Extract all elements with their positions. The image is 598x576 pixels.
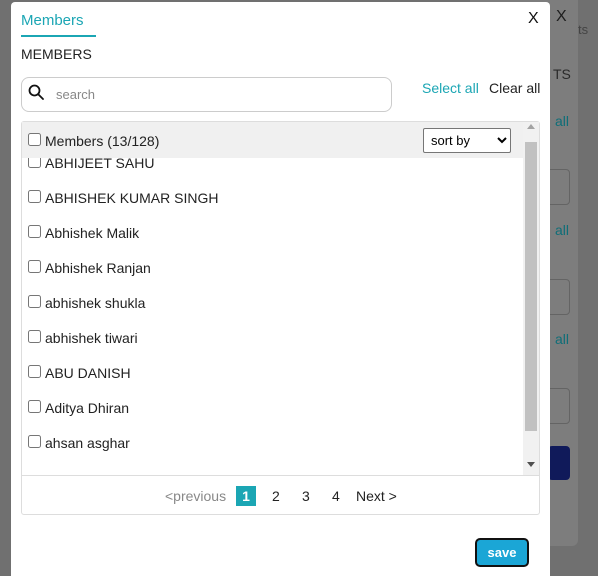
list-item[interactable]: Abhishek Ranjan bbox=[22, 255, 523, 290]
member-name: Aditya Dhiran bbox=[45, 400, 130, 416]
list-item[interactable]: Aditya Dhiran bbox=[22, 395, 523, 430]
background-button bbox=[548, 446, 570, 480]
select-all-checkbox[interactable] bbox=[28, 133, 41, 146]
background-link-fragment: all bbox=[555, 331, 570, 347]
member-name: ahsan asghar bbox=[45, 435, 130, 451]
list-item[interactable]: Abhishek Malik bbox=[22, 220, 523, 255]
background-text-fragment: ts bbox=[578, 22, 589, 37]
list-item[interactable]: abhishek shukla bbox=[22, 290, 523, 325]
scroll-down-icon[interactable] bbox=[527, 462, 535, 467]
member-name: ABU DANISH bbox=[45, 365, 131, 381]
member-checkbox[interactable] bbox=[28, 435, 41, 448]
section-title: MEMBERS bbox=[21, 46, 92, 62]
member-checkbox[interactable] bbox=[28, 260, 41, 273]
members-list: Members (13/128) sort by ABHIJEET SAHU A… bbox=[21, 121, 540, 515]
member-name: ABHISHEK KUMAR SINGH bbox=[45, 190, 219, 206]
clear-all-link[interactable]: Clear all bbox=[489, 80, 540, 96]
page-4-link[interactable]: 4 bbox=[332, 488, 340, 504]
next-page-link[interactable]: Next > bbox=[356, 488, 397, 504]
member-name: Abhishek Malik bbox=[45, 225, 140, 241]
list-item[interactable]: ABHISHEK KUMAR SINGH bbox=[22, 185, 523, 220]
member-name: abhishek shukla bbox=[45, 295, 146, 311]
member-name: Abhishek Ranjan bbox=[45, 260, 151, 276]
member-checkbox[interactable] bbox=[28, 365, 41, 378]
background-link-fragment: all bbox=[555, 113, 570, 129]
member-checkbox[interactable] bbox=[28, 295, 41, 308]
member-items: ABHIJEET SAHU ABHISHEK KUMAR SINGH Abhis… bbox=[22, 158, 523, 474]
search-box bbox=[21, 77, 392, 112]
member-checkbox[interactable] bbox=[28, 400, 41, 413]
member-checkbox[interactable] bbox=[28, 190, 41, 203]
search-icon bbox=[28, 84, 44, 105]
page-2-link[interactable]: 2 bbox=[272, 488, 280, 504]
member-name: abhishek tiwari bbox=[45, 330, 138, 346]
list-scrollbar[interactable] bbox=[523, 122, 539, 475]
page-3-link[interactable]: 3 bbox=[302, 488, 310, 504]
previous-page-link[interactable]: <previous bbox=[165, 488, 226, 504]
scroll-up-icon[interactable] bbox=[527, 124, 535, 129]
close-button[interactable]: X bbox=[528, 10, 539, 28]
save-button[interactable]: save bbox=[475, 538, 529, 567]
background-close-button: X bbox=[556, 8, 567, 25]
background-link-fragment: all bbox=[555, 222, 570, 238]
list-header: Members (13/128) sort by bbox=[22, 122, 523, 158]
member-checkbox[interactable] bbox=[28, 330, 41, 343]
list-item[interactable]: ahsan asghar bbox=[22, 430, 523, 465]
pagination: <previous 1 2 3 4 Next > bbox=[22, 475, 539, 515]
list-item[interactable]: ABHIJEET SAHU bbox=[22, 158, 523, 185]
member-name: ABHIJEET SAHU bbox=[45, 158, 155, 171]
member-checkbox[interactable] bbox=[28, 225, 41, 238]
sort-dropdown[interactable]: sort by bbox=[423, 128, 511, 153]
list-item[interactable]: ABU DANISH bbox=[22, 360, 523, 395]
tab-members[interactable]: Members bbox=[21, 12, 96, 37]
page-1-button[interactable]: 1 bbox=[236, 486, 256, 506]
members-count-label: Members (13/128) bbox=[45, 133, 160, 149]
member-checkbox[interactable] bbox=[28, 158, 41, 168]
search-input[interactable] bbox=[56, 87, 356, 102]
list-item[interactable]: abhishek tiwari bbox=[22, 325, 523, 360]
scroll-thumb[interactable] bbox=[525, 142, 537, 431]
background-text-fragment: TS bbox=[553, 66, 571, 82]
select-all-link[interactable]: Select all bbox=[422, 80, 479, 96]
members-modal: Members X MEMBERS Select all Clear all M… bbox=[11, 2, 550, 576]
